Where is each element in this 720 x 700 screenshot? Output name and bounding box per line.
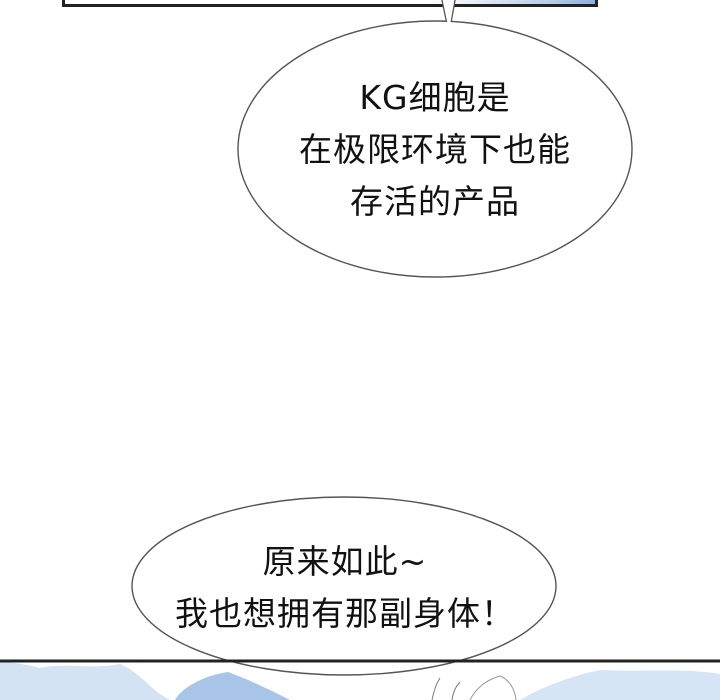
speech-bubble-2-text: 原来如此~ 我也想拥有那副身体！ <box>150 536 540 640</box>
speech-line: 原来如此~ <box>262 542 428 581</box>
lower-panel-sky-wash-mid <box>175 672 290 700</box>
speech-line: 存活的产品 <box>350 182 520 221</box>
speech-line: 我也想拥有那副身体！ <box>175 594 515 633</box>
speech-line: KG细胞是 <box>359 78 511 117</box>
speech-bubble-1-text: KG细胞是 在极限环境下也能 存活的产品 <box>260 72 610 228</box>
speech-line: 在极限环境下也能 <box>299 130 571 169</box>
lower-panel-figure-line <box>431 677 461 700</box>
lower-panel-sky-wash-right <box>520 670 720 700</box>
lower-panel-figure-line-2 <box>469 675 517 700</box>
lower-panel-sky-wash-left <box>0 662 170 700</box>
